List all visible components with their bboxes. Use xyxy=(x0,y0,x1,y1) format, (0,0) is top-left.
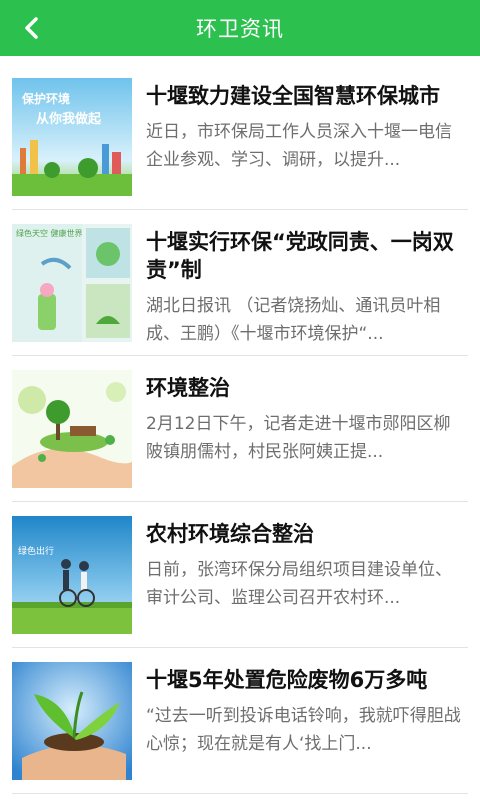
thumbnail-caption: 绿色出行 xyxy=(18,547,55,557)
top-bar: 环卫资讯 xyxy=(0,0,480,56)
news-item[interactable]: 十堰5年处置危险废物6万多吨 “过去一听到投诉电话铃响，我就吓得胆战心惊；现在就… xyxy=(12,648,468,794)
news-item[interactable]: 绿色出行 农村环境综合整治 日前，张湾环保分局组织项目建设单位、审计公司、监理公… xyxy=(12,502,468,648)
news-thumbnail: 绿色出行 xyxy=(12,516,132,634)
news-summary: 近日，市环保局工作人员深入十堰一电信企业参观、学习、调研，以提升... xyxy=(146,122,452,170)
news-thumbnail xyxy=(12,662,132,780)
news-item[interactable]: 保护环境 从你我做起 十堰致力建设全国智慧环保城市 近日，市环保局工作人员深入十… xyxy=(12,64,468,210)
news-title: 十堰致力建设全国智慧环保城市 xyxy=(146,84,440,108)
news-summary: 2月12日下午，记者走进十堰市郧阳区柳陂镇朋儒村，村民张阿姨正提... xyxy=(146,414,451,462)
news-title: 十堰实行环保“党政同责、一岗双责”制 xyxy=(146,230,454,282)
news-list[interactable]: 保护环境 从你我做起 十堰致力建设全国智慧环保城市 近日，市环保局工作人员深入十… xyxy=(0,56,480,800)
thumbnail-caption-1: 保护环境 xyxy=(22,92,71,106)
news-summary: 日前，张湾环保分局组织项目建设单位、审计公司、监理公司召开农村环... xyxy=(146,560,452,608)
news-thumbnail: 保护环境 从你我做起 xyxy=(12,78,132,196)
news-thumbnail: 绿色天空 健康世界 xyxy=(12,224,132,342)
thumbnail-caption: 绿色天空 健康世界 xyxy=(16,229,83,238)
chevron-left-icon xyxy=(25,17,38,39)
thumbnail-caption-2: 从你我做起 xyxy=(36,112,102,127)
news-thumbnail xyxy=(12,370,132,488)
news-title: 十堰5年处置危险废物6万多吨 xyxy=(146,668,428,692)
news-title: 环境整治 xyxy=(146,376,230,400)
news-item[interactable]: 绿色天空 健康世界 十堰实行环保“党政同责、一岗双责”制 湖北日报讯 （记者饶扬… xyxy=(12,210,468,356)
news-summary: “过去一听到投诉电话铃响，我就吓得胆战心惊；现在就是有人‘找上门... xyxy=(146,706,461,754)
page-title: 环卫资讯 xyxy=(196,17,284,41)
news-summary: 湖北日报讯 （记者饶扬灿、通讯员叶相成、王鹏）《十堰市环境保护“... xyxy=(146,296,441,344)
back-button[interactable] xyxy=(14,10,50,46)
news-item[interactable]: 环境整治 2月12日下午，记者走进十堰市郧阳区柳陂镇朋儒村，村民张阿姨正提... xyxy=(12,356,468,502)
news-title: 农村环境综合整治 xyxy=(146,522,314,546)
